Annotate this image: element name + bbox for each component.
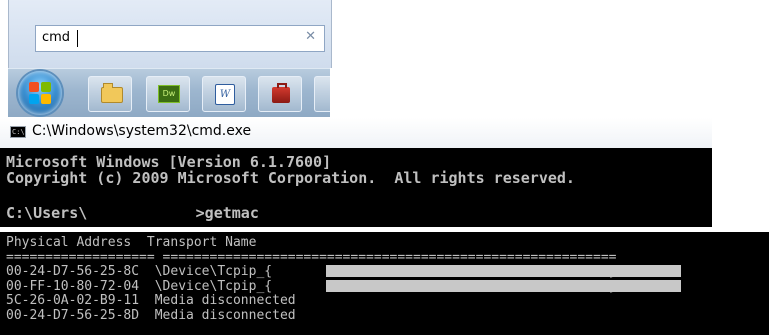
text-caret (77, 30, 78, 47)
console-prompt: C:\Users\ >getmac (6, 204, 259, 222)
window-title: C:\Windows\system32\cmd.exe (32, 123, 252, 139)
folder-icon (101, 83, 123, 103)
dreamweaver-icon: Dw (158, 85, 180, 103)
windows-logo-icon-part (41, 82, 51, 92)
toolbox-icon (272, 83, 290, 103)
taskbar-button-explorer[interactable] (88, 76, 132, 112)
mac-address: 00-FF-10-80-72-04 (6, 278, 140, 294)
taskbar-button-toolbox[interactable] (258, 76, 302, 112)
console-line-copyright: Copyright (c) 2009 Microsoft Corporation… (6, 169, 575, 187)
getmac-separator: =================== ====================… (6, 249, 617, 266)
separator-transport: ========================================… (162, 249, 617, 265)
header-physical-address: Physical Address (6, 235, 132, 250)
window-titlebar[interactable]: C:\ C:\Windows\system32\cmd.exe (0, 118, 712, 148)
getmac-header: Physical Address Transport Name (6, 235, 257, 251)
windows-logo-icon-part (41, 94, 51, 104)
console-output-top: Microsoft Windows [Version 6.1.7600] Cop… (0, 148, 712, 227)
clear-search-icon[interactable]: ✕ (305, 29, 316, 44)
search-input[interactable]: cmd ✕ (35, 25, 325, 52)
start-menu-search-panel: cmd ✕ (8, 0, 332, 68)
redaction-mask (326, 280, 681, 292)
table-row: 5C-26-0A-02-B9-11 Media disconnected (6, 293, 296, 309)
transport-name: Media disconnected (154, 307, 296, 323)
taskbar-button-dreamweaver[interactable]: Dw (146, 76, 190, 112)
search-input-text: cmd (42, 30, 71, 45)
console-line-version: Microsoft Windows [Version 6.1.7600] (6, 153, 332, 171)
separator-address: =================== (6, 249, 155, 265)
transport-name: Media disconnected (154, 293, 296, 308)
windows-logo-icon (29, 82, 39, 92)
mac-address: 5C-26-0A-02-B9-11 (6, 293, 140, 308)
cmd-window-icon: C:\ (10, 126, 26, 138)
taskbar-button-word[interactable]: W (202, 76, 246, 112)
mac-address: 00-24-D7-56-25-8D (6, 307, 140, 323)
taskbar: Dw W (8, 68, 330, 117)
windows-logo-icon-part (29, 94, 39, 104)
word-icon: W (215, 84, 235, 105)
redaction-mask (326, 265, 681, 277)
start-button[interactable] (18, 71, 62, 115)
taskbar-button-partial[interactable] (314, 76, 330, 112)
mac-address: 00-24-D7-56-25-8C (6, 264, 140, 279)
table-row: 00-24-D7-56-25-8D Media disconnected (6, 307, 296, 324)
header-transport-name: Transport Name (146, 235, 257, 250)
